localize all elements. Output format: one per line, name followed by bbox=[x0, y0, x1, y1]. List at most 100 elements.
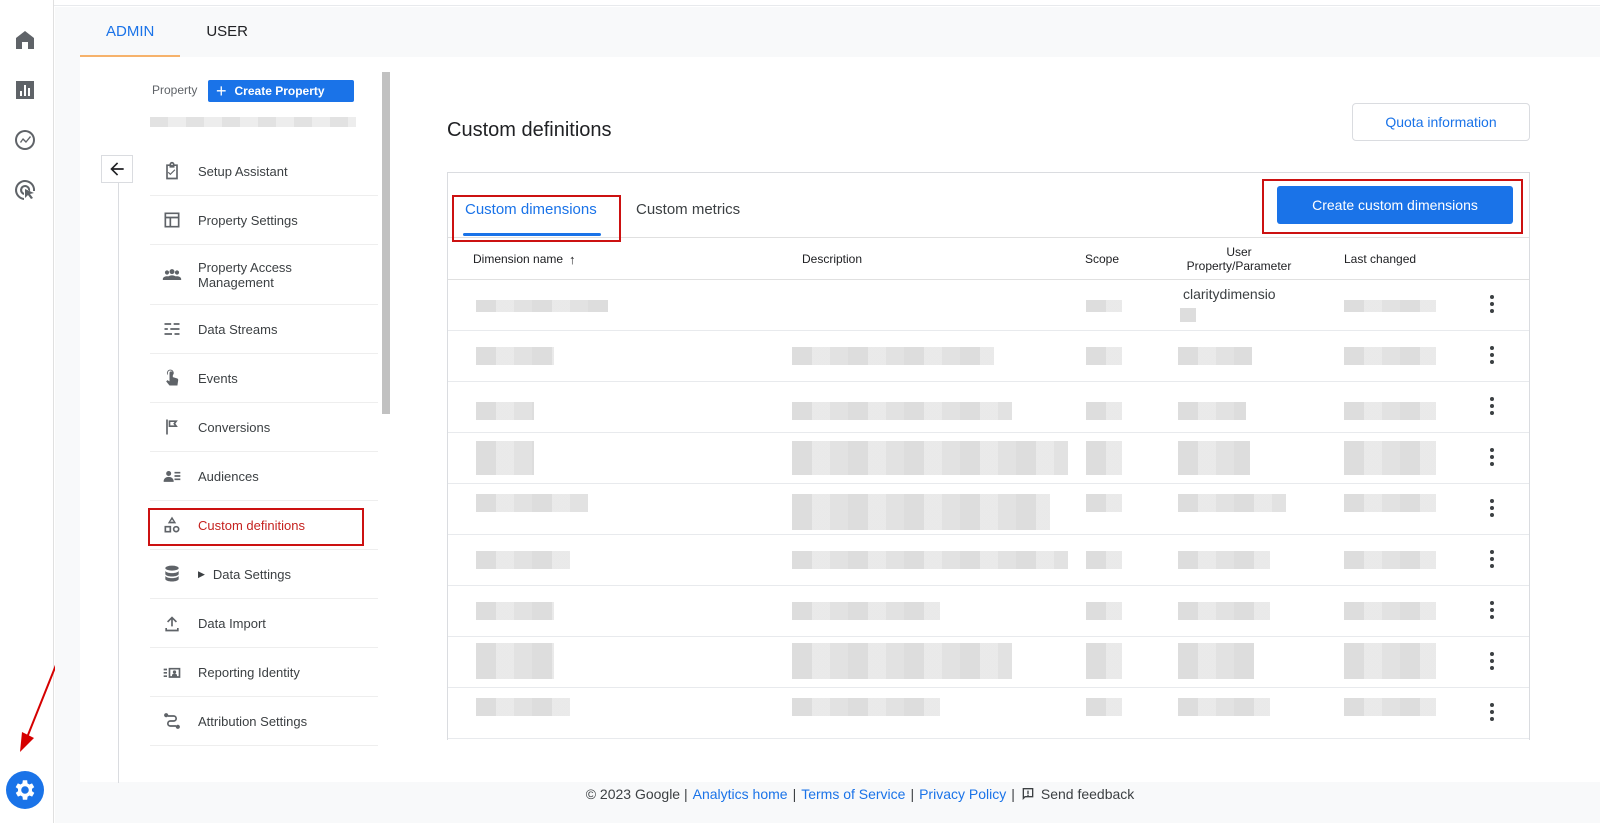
redacted-last-changed bbox=[1344, 347, 1436, 365]
col-last-changed[interactable]: Last changed bbox=[1344, 238, 1416, 280]
table-row[interactable] bbox=[448, 331, 1529, 382]
quota-information-button[interactable]: Quota information bbox=[1352, 103, 1530, 141]
admin-user-tabs: ADMIN USER bbox=[80, 7, 274, 57]
terms-of-service-link[interactable]: Terms of Service bbox=[801, 786, 905, 802]
redacted-param bbox=[1178, 698, 1270, 716]
redacted-param bbox=[1178, 602, 1270, 620]
redacted-description bbox=[792, 602, 940, 620]
highlight-create-custom-dimensions bbox=[1262, 179, 1523, 234]
col-label: Dimension name bbox=[473, 252, 564, 266]
col-label: Last changed bbox=[1344, 252, 1417, 266]
highlight-custom-definitions bbox=[148, 508, 364, 546]
back-button[interactable] bbox=[101, 155, 133, 183]
nav-item-data-import[interactable]: Data Import bbox=[150, 599, 378, 648]
more-vert-icon[interactable] bbox=[1484, 394, 1500, 418]
table-row[interactable] bbox=[448, 484, 1529, 535]
nav-item-property-settings[interactable]: Property Settings bbox=[150, 196, 378, 245]
nav-item-label: Audiences bbox=[198, 468, 259, 484]
more-vert-icon[interactable] bbox=[1484, 649, 1500, 673]
send-feedback-link[interactable]: Send feedback bbox=[1041, 786, 1134, 802]
nav-item-conversions[interactable]: Conversions bbox=[150, 403, 378, 452]
nav-item-events[interactable]: Events bbox=[150, 354, 378, 403]
redacted-param bbox=[1180, 308, 1196, 322]
tab-admin[interactable]: ADMIN bbox=[80, 7, 181, 57]
nav-item-property-access-management[interactable]: Property Access Management bbox=[150, 245, 378, 305]
top-border bbox=[0, 0, 1600, 6]
nav-item-label: Attribution Settings bbox=[198, 713, 308, 729]
col-description[interactable]: Description bbox=[802, 238, 862, 280]
nav-connector-line bbox=[118, 183, 119, 783]
more-vert-icon[interactable] bbox=[1484, 445, 1500, 469]
copyright: © 2023 Google | bbox=[585, 786, 688, 802]
property-label: Property bbox=[152, 83, 198, 97]
checklist-icon bbox=[160, 159, 184, 183]
redacted-scope bbox=[1086, 551, 1122, 569]
page-title: Custom definitions bbox=[447, 119, 612, 141]
upload-icon bbox=[160, 611, 184, 635]
nav-item-attribution-settings[interactable]: Attribution Settings bbox=[150, 697, 378, 746]
more-vert-icon[interactable] bbox=[1484, 496, 1500, 520]
people-icon bbox=[160, 263, 184, 287]
redacted-scope bbox=[1086, 441, 1122, 475]
attribution-icon bbox=[160, 709, 184, 733]
more-vert-icon[interactable] bbox=[1484, 343, 1500, 367]
redacted-description bbox=[792, 551, 1068, 569]
privacy-policy-link[interactable]: Privacy Policy bbox=[919, 786, 1006, 802]
redacted-description bbox=[792, 494, 1050, 530]
redacted-last-changed bbox=[1344, 402, 1436, 420]
arrow-left-icon bbox=[110, 162, 124, 176]
table-row[interactable] bbox=[448, 535, 1529, 586]
nav-item-label: Property Settings bbox=[198, 212, 298, 228]
reports-icon[interactable] bbox=[11, 76, 39, 104]
tab-user[interactable]: USER bbox=[180, 7, 274, 57]
analytics-home-link[interactable]: Analytics home bbox=[693, 786, 788, 802]
home-icon[interactable] bbox=[11, 26, 39, 54]
col-user-property-parameter[interactable]: User Property/Parameter bbox=[1178, 238, 1300, 280]
advertising-icon[interactable] bbox=[11, 176, 39, 204]
nav-item-label: Data Import bbox=[198, 615, 266, 631]
redacted-description bbox=[792, 441, 1068, 475]
more-vert-icon[interactable] bbox=[1484, 700, 1500, 724]
redacted-dimension-name bbox=[476, 551, 570, 569]
nav-scrollbar[interactable] bbox=[382, 72, 390, 414]
nav-item-reporting-identity[interactable]: Reporting Identity bbox=[150, 648, 378, 697]
redacted-dimension-name bbox=[476, 347, 554, 365]
param-value: claritydimensio bbox=[1183, 286, 1276, 302]
footer-separator: | bbox=[910, 786, 915, 802]
table-row[interactable] bbox=[448, 433, 1529, 484]
table-row[interactable] bbox=[448, 586, 1529, 637]
create-property-button[interactable]: + Create Property bbox=[208, 80, 354, 102]
more-vert-icon[interactable] bbox=[1484, 292, 1500, 316]
redacted-last-changed bbox=[1344, 643, 1436, 679]
more-vert-icon[interactable] bbox=[1484, 598, 1500, 622]
plus-icon: + bbox=[216, 81, 227, 101]
footer: © 2023 Google | Analytics home | Terms o… bbox=[0, 782, 1600, 806]
nav-item-audiences[interactable]: Audiences bbox=[150, 452, 378, 501]
table-row[interactable] bbox=[448, 382, 1529, 433]
expand-triangle-icon[interactable]: ▶ bbox=[198, 569, 205, 580]
nav-item-setup-assistant[interactable]: Setup Assistant bbox=[150, 147, 378, 196]
layout-icon bbox=[160, 208, 184, 232]
nav-item-label: Property Access Management bbox=[198, 259, 292, 290]
table-row[interactable] bbox=[448, 637, 1529, 688]
redacted-last-changed bbox=[1344, 551, 1436, 569]
redacted-description bbox=[792, 698, 940, 716]
col-label: Description bbox=[802, 252, 863, 266]
table-row[interactable]: claritydimensio bbox=[448, 280, 1529, 331]
table-row[interactable] bbox=[448, 688, 1529, 739]
redacted-description bbox=[792, 347, 994, 365]
col-scope[interactable]: Scope bbox=[1085, 238, 1119, 280]
footer-separator: | bbox=[792, 786, 797, 802]
streams-icon bbox=[160, 317, 184, 341]
property-nav: Setup Assistant Property Settings Proper… bbox=[150, 147, 378, 746]
redacted-last-changed bbox=[1344, 300, 1436, 312]
highlight-custom-dimensions-tab bbox=[452, 195, 621, 242]
explore-icon[interactable] bbox=[11, 126, 39, 154]
tab-custom-metrics[interactable]: Custom metrics bbox=[636, 201, 740, 218]
redacted-last-changed bbox=[1344, 494, 1436, 512]
nav-item-data-streams[interactable]: Data Streams bbox=[150, 305, 378, 354]
nav-item-data-settings[interactable]: ▶ Data Settings bbox=[150, 550, 378, 599]
property-name-redacted[interactable] bbox=[150, 117, 356, 127]
more-vert-icon[interactable] bbox=[1484, 547, 1500, 571]
col-dimension-name[interactable]: Dimension name ↑ bbox=[473, 238, 576, 280]
